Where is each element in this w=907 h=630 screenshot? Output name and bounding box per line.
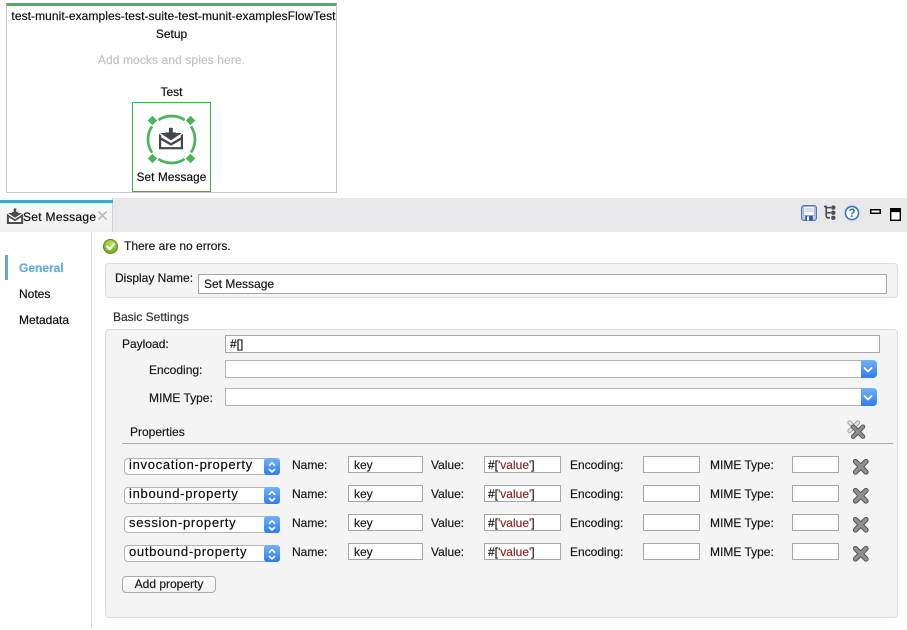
svg-text:?: ?: [848, 208, 855, 220]
